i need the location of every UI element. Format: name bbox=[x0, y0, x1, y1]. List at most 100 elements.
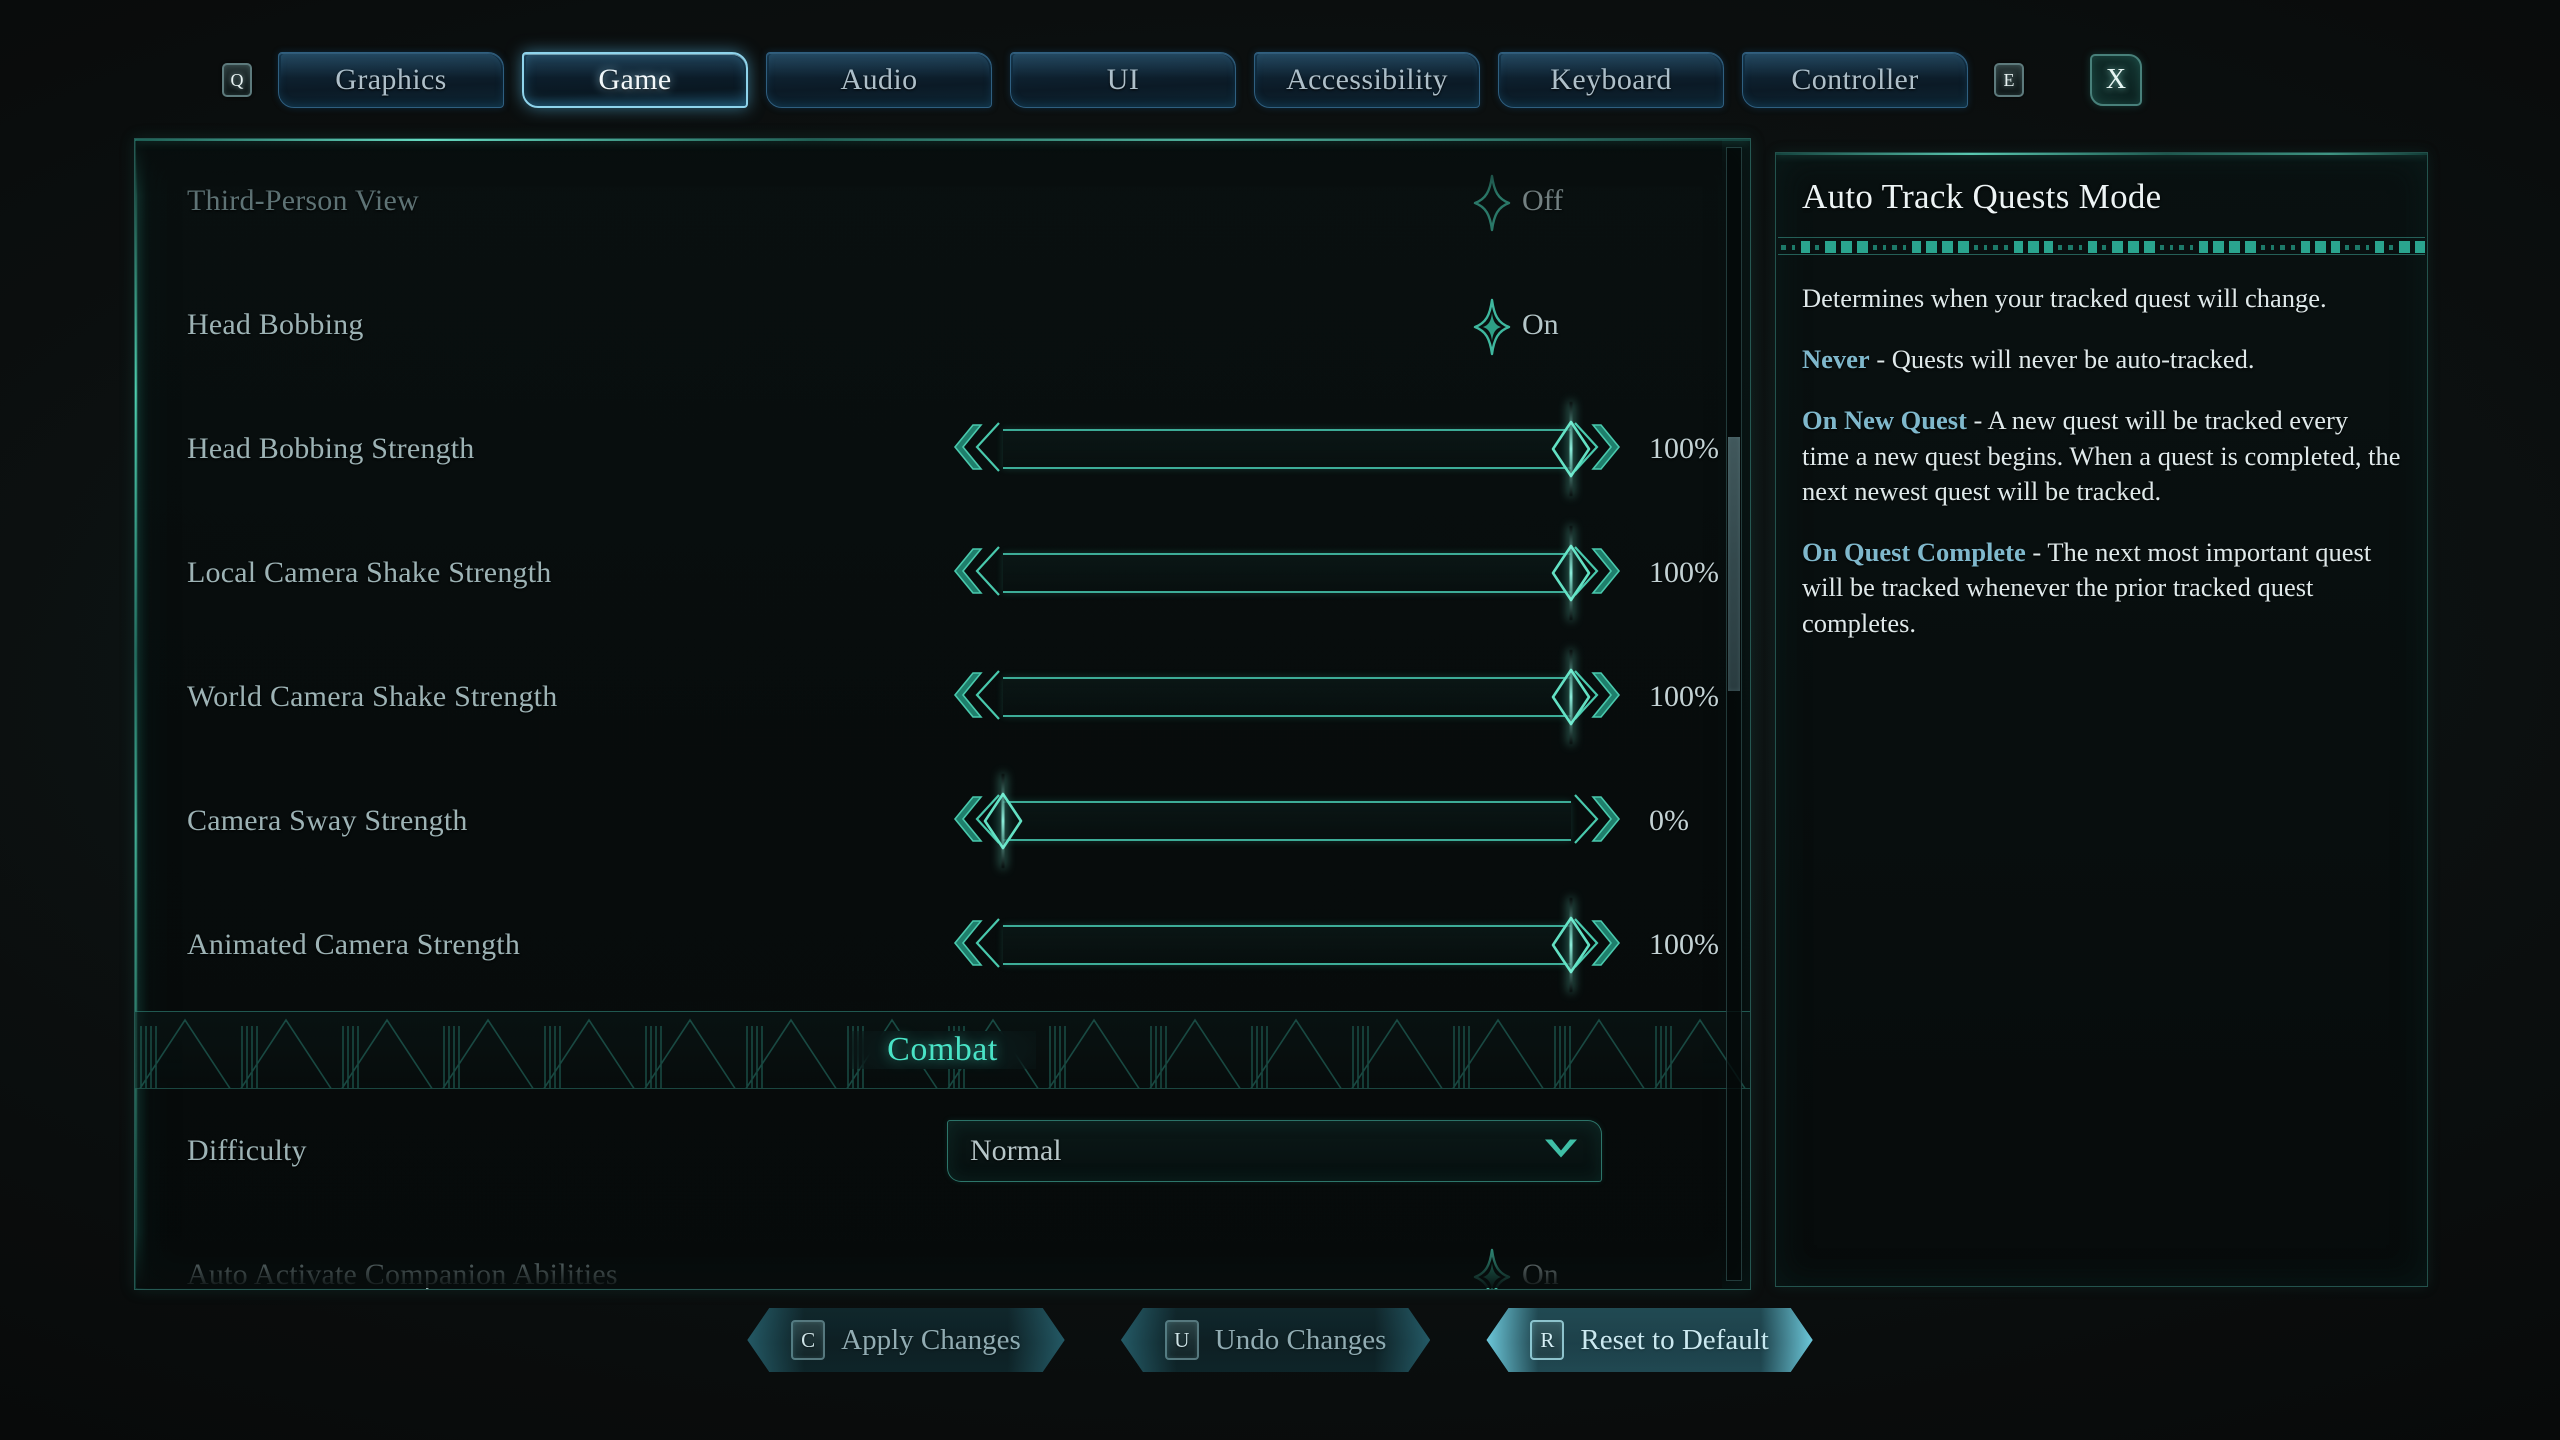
settings-scrollbar[interactable] bbox=[1726, 147, 1742, 1281]
setting-label: Local Camera Shake Strength bbox=[187, 556, 552, 589]
reset-to-default-button[interactable]: R Reset to Default bbox=[1486, 1308, 1812, 1372]
slider-control[interactable] bbox=[947, 526, 1627, 620]
setting-row[interactable]: Difficulty Normal bbox=[135, 1089, 1750, 1213]
setting-row[interactable]: Animated Camera Strength 100% bbox=[135, 883, 1750, 1007]
section-title: Combat bbox=[849, 1031, 1036, 1069]
setting-row[interactable]: World Camera Shake Strength 100% bbox=[135, 635, 1750, 759]
tab-ui[interactable]: UI bbox=[1010, 52, 1236, 108]
toggle-value: On bbox=[1522, 308, 1559, 341]
button-label: Reset to Default bbox=[1580, 1323, 1769, 1356]
setting-label: Difficulty bbox=[187, 1134, 307, 1167]
settings-tabbar: Q Graphics Game Audio UI Accessibility Keyboa… bbox=[0, 44, 2560, 116]
diamond-toggle-icon[interactable] bbox=[1473, 298, 1511, 356]
toggle-control[interactable]: Off bbox=[1473, 174, 1694, 232]
info-panel-title: Auto Track Quests Mode bbox=[1802, 177, 2162, 216]
setting-row[interactable]: Local Camera Shake Strength 100% bbox=[135, 511, 1750, 635]
slider-bar bbox=[1003, 677, 1571, 717]
setting-label: Camera Sway Strength bbox=[187, 804, 468, 837]
slider-track[interactable] bbox=[1003, 898, 1591, 992]
slider-handle-glow bbox=[1001, 774, 1005, 868]
slider-decrease-icon[interactable] bbox=[947, 915, 1005, 976]
slider-control[interactable] bbox=[947, 650, 1627, 744]
tab-game[interactable]: Game bbox=[522, 52, 748, 108]
key-hint-badge: U bbox=[1165, 1320, 1199, 1360]
slider-track[interactable] bbox=[1003, 650, 1591, 744]
key-hint-badge: R bbox=[1530, 1320, 1564, 1360]
chevron-down-icon[interactable] bbox=[1543, 1137, 1579, 1166]
slider-handle-glow bbox=[1569, 526, 1573, 620]
diamond-toggle-icon[interactable] bbox=[1473, 174, 1511, 232]
info-intro: Determines when your tracked quest will … bbox=[1802, 283, 2327, 313]
close-button[interactable]: X bbox=[2090, 54, 2142, 106]
slider-handle-glow bbox=[1569, 650, 1573, 744]
slider-bar bbox=[1003, 925, 1571, 965]
diamond-toggle-icon[interactable] bbox=[1473, 1248, 1511, 1289]
toggle-value: Off bbox=[1522, 184, 1564, 217]
tab-controller[interactable]: Controller bbox=[1742, 52, 1968, 108]
info-entry-term: Never bbox=[1802, 344, 1870, 375]
button-label: Undo Changes bbox=[1214, 1323, 1387, 1356]
apply-changes-button[interactable]: C Apply Changes bbox=[747, 1308, 1065, 1372]
tab-audio[interactable]: Audio bbox=[766, 52, 992, 108]
toggle-control[interactable]: On bbox=[1473, 298, 1694, 356]
info-panel: Auto Track Quests Mode Determines when y… bbox=[1775, 152, 2428, 1287]
dropdown-value: Normal bbox=[970, 1134, 1062, 1167]
slider-bar bbox=[1003, 553, 1571, 593]
info-entry: On New Quest - A new quest will be track… bbox=[1802, 403, 2401, 509]
slider-control[interactable] bbox=[947, 402, 1627, 496]
setting-row[interactable]: Head Bobbing Strength 100% bbox=[135, 387, 1750, 511]
tab-list: Graphics Game Audio UI Accessibility Keyboard… bbox=[278, 52, 1968, 108]
setting-label: Animated Camera Strength bbox=[187, 928, 521, 961]
setting-label: Third-Person View bbox=[187, 184, 419, 217]
slider-track[interactable] bbox=[983, 774, 1571, 868]
slider-handle[interactable] bbox=[1548, 898, 1594, 992]
slider-handle-glow bbox=[1569, 402, 1573, 496]
undo-changes-button[interactable]: U Undo Changes bbox=[1121, 1308, 1431, 1372]
tab-label: Game bbox=[598, 63, 672, 96]
slider-handle-glow bbox=[1569, 898, 1573, 992]
slider-decrease-icon[interactable] bbox=[947, 543, 1005, 604]
tab-accessibility[interactable]: Accessibility bbox=[1254, 52, 1480, 108]
setting-label: Head Bobbing bbox=[187, 308, 364, 341]
setting-row[interactable]: Camera Sway Strength 0% bbox=[135, 759, 1750, 883]
setting-label: World Camera Shake Strength bbox=[187, 680, 558, 713]
tab-label: Controller bbox=[1791, 63, 1919, 96]
info-entry: On Quest Complete - The next most import… bbox=[1802, 535, 2401, 641]
section-header-combat: Combat bbox=[135, 1011, 1750, 1089]
slider-control[interactable] bbox=[947, 898, 1627, 992]
info-entry-term: On Quest Complete bbox=[1802, 537, 2026, 568]
toggle-value: On bbox=[1522, 1258, 1559, 1290]
slider-increase-icon[interactable] bbox=[1569, 791, 1627, 852]
toggle-control[interactable]: On bbox=[1473, 1248, 1694, 1290]
tab-graphics[interactable]: Graphics bbox=[278, 52, 504, 108]
settings-scroll-area[interactable]: Third-Person View Off Head Bobbing On Head B… bbox=[135, 139, 1750, 1289]
tab-label: Keyboard bbox=[1550, 63, 1672, 96]
prev-tab-key-hint: Q bbox=[222, 63, 252, 97]
setting-label: Auto Activate Companion Abilities bbox=[187, 1258, 618, 1290]
slider-decrease-icon[interactable] bbox=[947, 667, 1005, 728]
footer-actions: C Apply Changes U Undo Changes R Reset to Def… bbox=[0, 1308, 2560, 1372]
slider-track[interactable] bbox=[1003, 526, 1591, 620]
tab-label: Audio bbox=[840, 63, 918, 96]
slider-control[interactable] bbox=[947, 774, 1627, 868]
slider-handle[interactable] bbox=[980, 774, 1026, 868]
setting-row[interactable]: Head Bobbing On bbox=[135, 263, 1750, 387]
next-tab-key-hint: E bbox=[1994, 63, 2024, 97]
button-label: Apply Changes bbox=[841, 1323, 1021, 1356]
setting-row[interactable]: Auto Activate Companion Abilities On bbox=[135, 1213, 1750, 1290]
tab-keyboard[interactable]: Keyboard bbox=[1498, 52, 1724, 108]
slider-bar bbox=[1003, 429, 1571, 469]
info-entry-text: - Quests will never be auto-tracked. bbox=[1869, 344, 2255, 375]
slider-decrease-icon[interactable] bbox=[947, 419, 1005, 480]
info-entry: Never - Quests will never be auto-tracke… bbox=[1802, 342, 2401, 377]
settings-list-panel: Third-Person View Off Head Bobbing On Head B… bbox=[134, 138, 1751, 1290]
setting-row[interactable]: Third-Person View Off bbox=[135, 139, 1750, 263]
slider-track[interactable] bbox=[1003, 402, 1591, 496]
slider-handle[interactable] bbox=[1548, 526, 1594, 620]
settings-scrollbar-thumb[interactable] bbox=[1728, 436, 1740, 692]
slider-handle[interactable] bbox=[1548, 402, 1594, 496]
settings-screen: Q Graphics Game Audio UI Accessibility Keyboa… bbox=[0, 0, 2560, 1440]
slider-handle[interactable] bbox=[1548, 650, 1594, 744]
difficulty-dropdown[interactable]: Normal bbox=[947, 1120, 1602, 1182]
setting-label: Head Bobbing Strength bbox=[187, 432, 475, 465]
